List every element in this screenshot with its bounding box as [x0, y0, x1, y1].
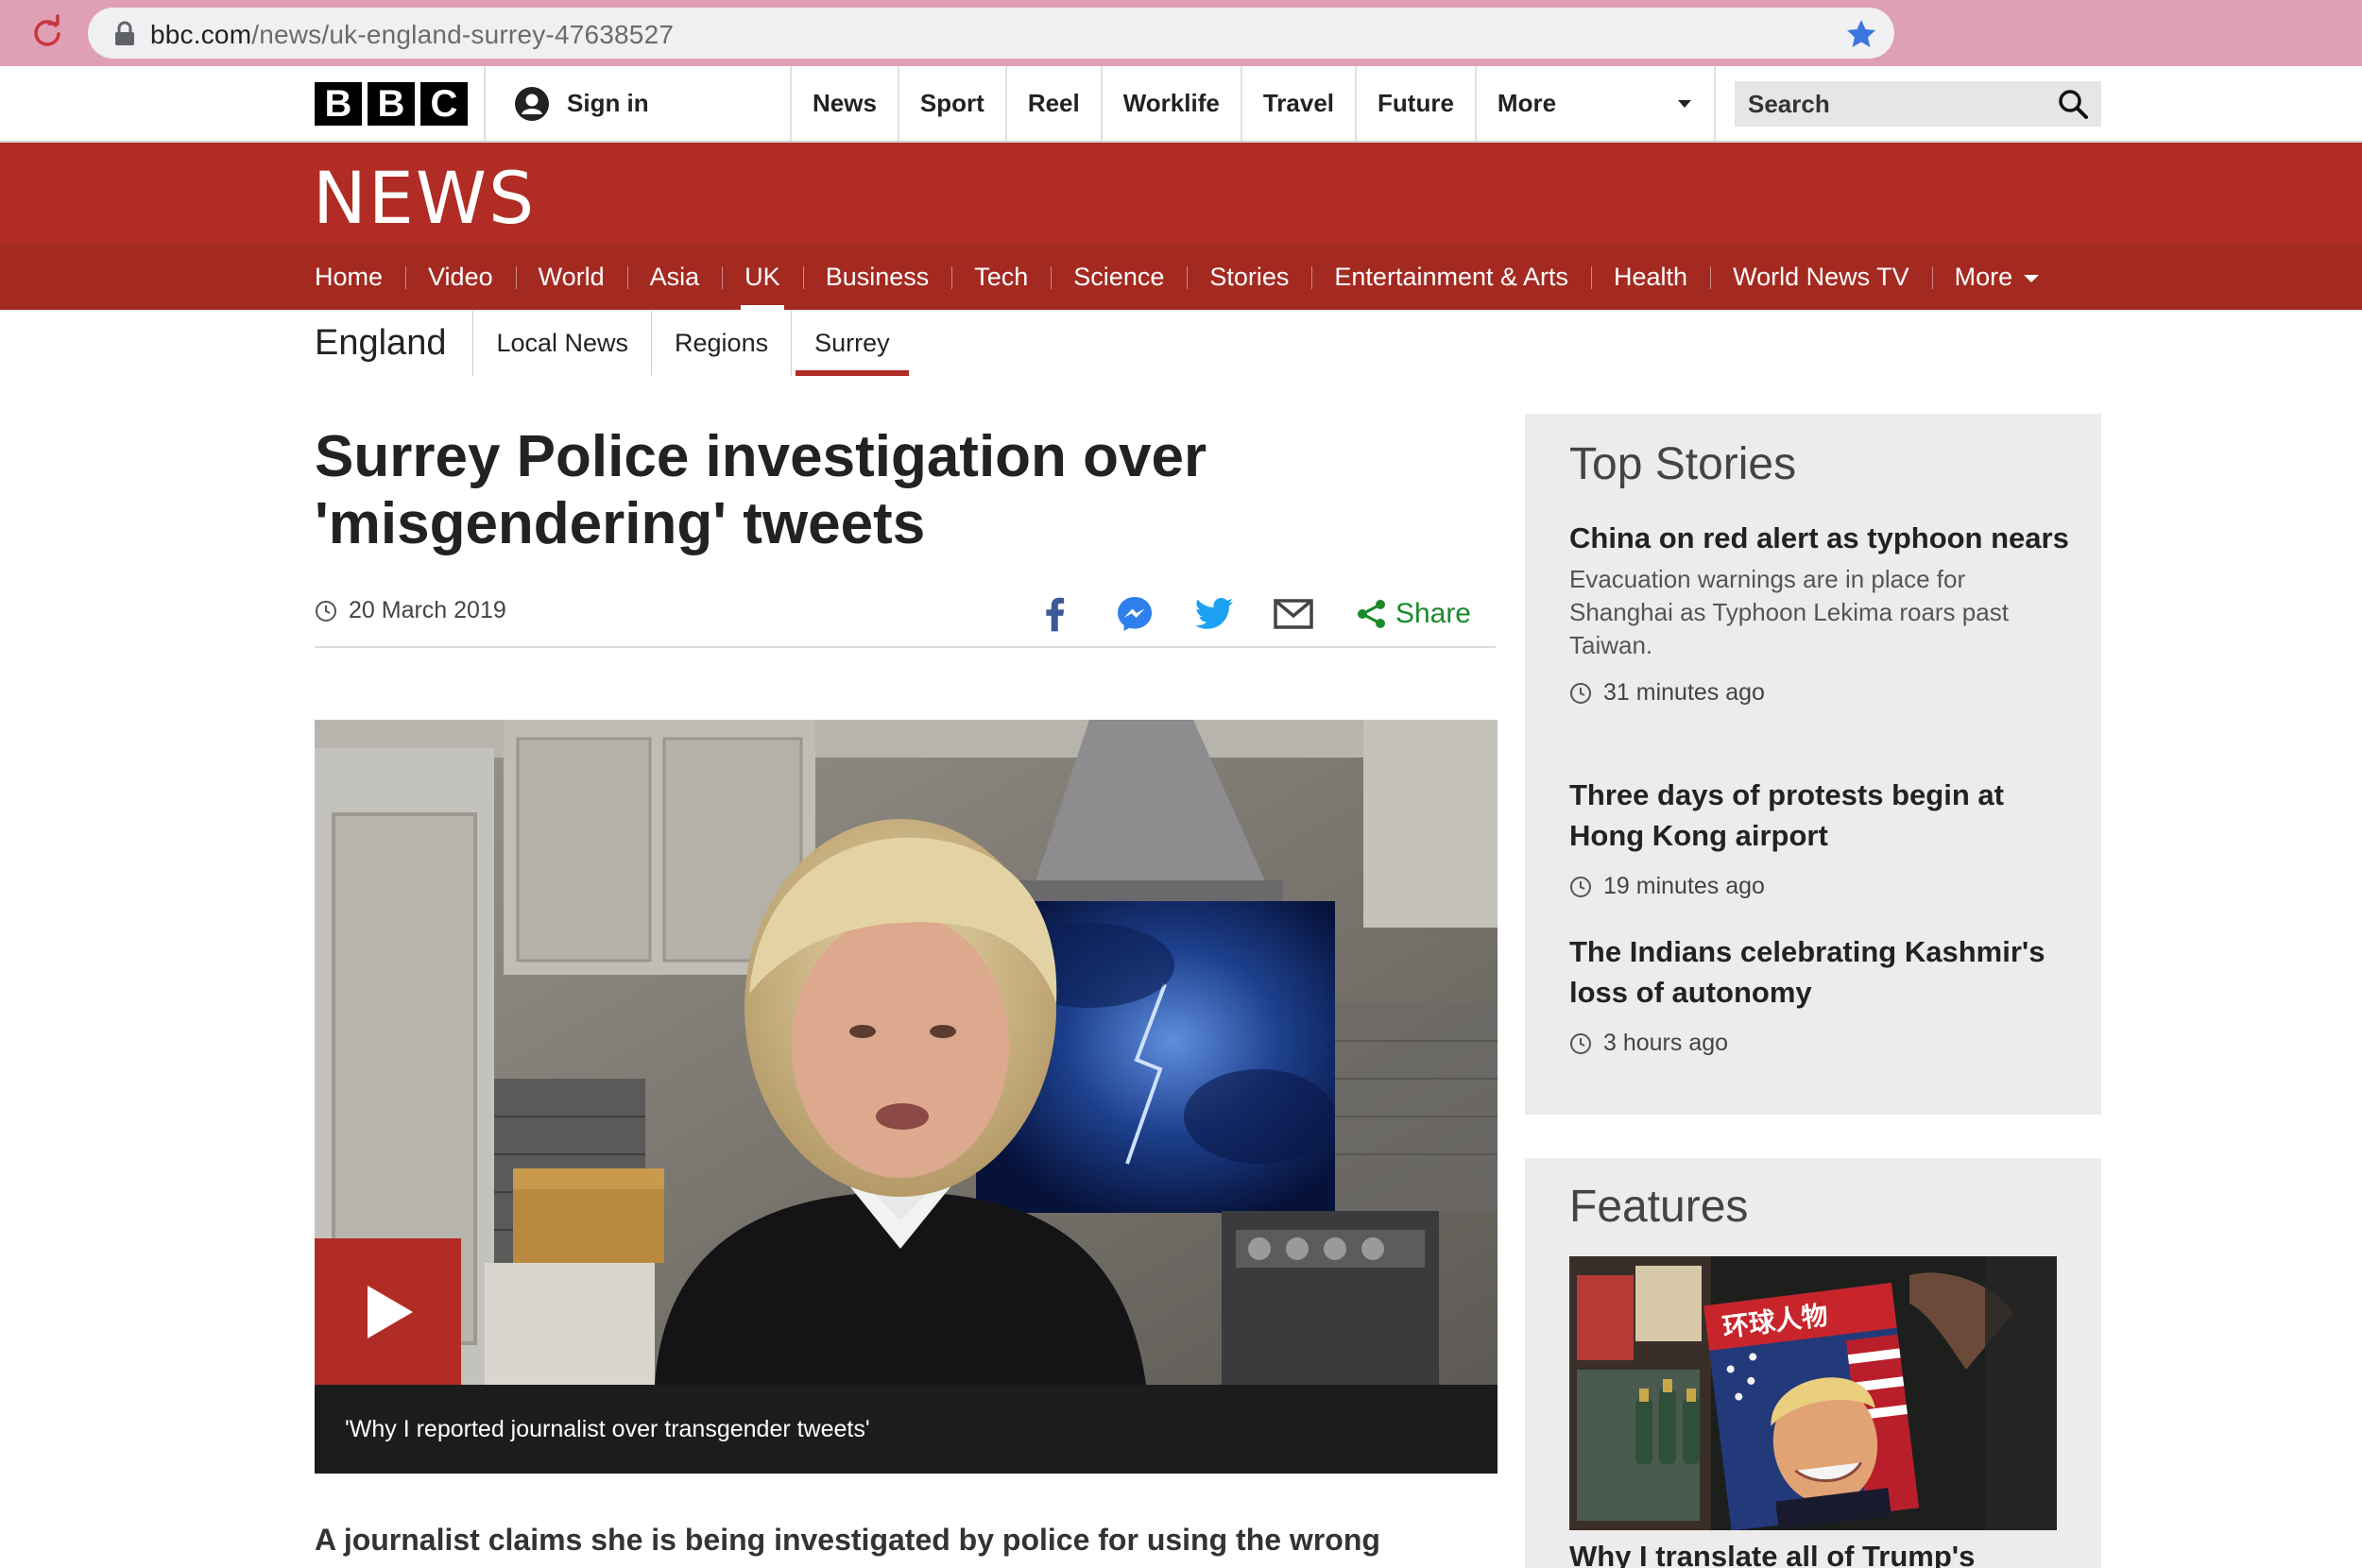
share-label: Share — [1395, 598, 1471, 629]
article-date-text: 20 March 2019 — [349, 597, 506, 623]
browser-toolbar: bbc.com/news/uk-england-surrey-47638527 — [0, 0, 2362, 66]
section-stories[interactable]: Stories — [1187, 244, 1311, 310]
top-story-time: 31 minutes ago — [1569, 679, 2070, 707]
feature-image[interactable]: 环球人物 — [1569, 1256, 2057, 1530]
top-nav-reel[interactable]: Reel — [1004, 66, 1101, 141]
bookmark-star-icon[interactable] — [1845, 18, 1877, 50]
news-brand[interactable]: NEWS — [313, 156, 536, 240]
caret-down-icon — [2024, 274, 2040, 282]
section-science[interactable]: Science — [1051, 244, 1187, 310]
top-story-item[interactable]: Three days of protests begin at Hong Kon… — [1569, 775, 2070, 900]
sign-in-link[interactable]: Sign in — [484, 66, 791, 141]
address-bar[interactable]: bbc.com/news/uk-england-surrey-47638527 — [88, 8, 1894, 59]
clock-icon — [1570, 682, 1591, 704]
video-caption: 'Why I reported journalist over transgen… — [315, 1385, 1498, 1474]
top-stories-title: Top Stories — [1569, 439, 1797, 489]
clock-icon — [1570, 876, 1591, 897]
section-business[interactable]: Business — [802, 244, 952, 310]
top-story-summary: Evacuation warnings are in place for Sha… — [1569, 565, 2009, 659]
top-nav: News Sport Reel Worklife Travel Future M… — [790, 66, 1716, 141]
features-title: Features — [1569, 1182, 1749, 1232]
region-title[interactable]: England — [315, 323, 446, 364]
url-host: bbc.com — [150, 20, 252, 49]
section-home[interactable]: Home — [292, 244, 405, 310]
search-icon[interactable] — [2058, 89, 2088, 119]
section-entertainment-arts[interactable]: Entertainment & Arts — [1311, 244, 1591, 310]
top-story-time-text: 3 hours ago — [1603, 1030, 1729, 1056]
bbc-logo-letter: C — [420, 82, 468, 126]
top-nav-future[interactable]: Future — [1355, 66, 1475, 141]
sub-nav-local-news[interactable]: Local News — [472, 310, 651, 376]
top-story-time-text: 31 minutes ago — [1603, 679, 1765, 706]
section-asia[interactable]: Asia — [626, 244, 723, 310]
top-story-item[interactable]: The Indians celebrating Kashmir's loss o… — [1569, 931, 2070, 1057]
section-video[interactable]: Video — [405, 244, 516, 310]
article-date: 20 March 2019 — [315, 597, 506, 624]
news-header: NEWS — [0, 143, 2362, 244]
top-story-headline[interactable]: China on red alert as typhoon nears — [1569, 518, 2070, 558]
bbc-logo-letter: B — [315, 82, 362, 126]
bbc-logo[interactable]: B B C — [315, 82, 468, 126]
top-story-headline[interactable]: The Indians celebrating Kashmir's loss o… — [1569, 931, 2070, 1013]
top-nav-more-label: More — [1497, 89, 1557, 117]
clock-icon — [316, 600, 336, 622]
caret-down-icon — [1677, 99, 1691, 108]
reload-icon[interactable] — [28, 13, 66, 51]
url-text[interactable]: bbc.com/news/uk-england-surrey-47638527 — [150, 20, 674, 50]
top-story-time: 3 hours ago — [1569, 1030, 2070, 1057]
top-nav-travel[interactable]: Travel — [1240, 66, 1355, 141]
section-uk[interactable]: UK — [722, 244, 803, 310]
play-icon — [367, 1285, 413, 1338]
messenger-icon — [1117, 597, 1152, 631]
play-button[interactable] — [315, 1238, 461, 1385]
top-nav-worklife[interactable]: Worklife — [1100, 66, 1241, 141]
user-icon — [515, 86, 549, 121]
sub-nav-surrey[interactable]: Surrey — [791, 310, 913, 376]
bbc-logo-letter: B — [368, 82, 415, 126]
article-lede: A journalist claims she is being investi… — [315, 1523, 1380, 1557]
top-story-time-text: 19 minutes ago — [1603, 873, 1765, 899]
top-stories-panel: Top Stories China on red alert as typhoo… — [1525, 414, 2101, 1115]
section-world[interactable]: World — [515, 244, 627, 310]
search-placeholder: Search — [1748, 89, 1830, 118]
features-panel: Features 环球人物 Why I translate all of Tru… — [1525, 1158, 2101, 1568]
share-icon — [1357, 600, 1385, 628]
section-more-label: More — [1954, 263, 2013, 291]
section-world-news-tv[interactable]: World News TV — [1710, 244, 1932, 310]
bbc-global-nav: B B C Sign in News Sport Reel Worklife T… — [0, 66, 2362, 143]
email-icon — [1274, 599, 1313, 629]
sub-nav-regions[interactable]: Regions — [651, 310, 791, 376]
video-player[interactable]: 'Why I reported journalist over transgen… — [315, 720, 1498, 1474]
email-share-button[interactable] — [1273, 593, 1314, 635]
section-tech[interactable]: Tech — [951, 244, 1051, 310]
top-story-item[interactable]: China on red alert as typhoon nears Evac… — [1569, 518, 2070, 707]
top-nav-news[interactable]: News — [790, 66, 898, 141]
top-nav-more[interactable]: More — [1474, 66, 1716, 141]
section-more[interactable]: More — [1931, 244, 2062, 310]
messenger-share-button[interactable] — [1114, 593, 1155, 635]
section-health[interactable]: Health — [1591, 244, 1710, 310]
lock-icon — [115, 21, 134, 45]
section-nav: Home Video World Asia UK Business Tech S… — [0, 244, 2362, 310]
search-input[interactable]: Search — [1735, 81, 2101, 127]
clock-icon — [1570, 1032, 1591, 1054]
url-path: /news/uk-england-surrey-47638527 — [251, 20, 675, 49]
sub-nav: England Local News Regions Surrey — [315, 310, 913, 376]
facebook-icon — [1046, 597, 1065, 632]
share-tools: Share — [997, 593, 1471, 635]
top-story-headline[interactable]: Three days of protests begin at Hong Kon… — [1569, 775, 2070, 856]
feature-headline[interactable]: Why I translate all of Trump's — [1569, 1540, 1975, 1568]
sign-in-label: Sign in — [567, 89, 649, 117]
twitter-share-button[interactable] — [1193, 593, 1235, 635]
article-meta: 20 March 2019 Share — [315, 580, 1496, 648]
facebook-share-button[interactable] — [1035, 593, 1076, 635]
share-button[interactable]: Share — [1356, 598, 1471, 630]
twitter-icon — [1194, 598, 1233, 629]
video-still[interactable] — [315, 720, 1498, 1385]
article-headline: Surrey Police investigation over 'misgen… — [315, 424, 1207, 556]
top-story-time: 19 minutes ago — [1569, 873, 2070, 900]
top-nav-sport[interactable]: Sport — [897, 66, 1005, 141]
